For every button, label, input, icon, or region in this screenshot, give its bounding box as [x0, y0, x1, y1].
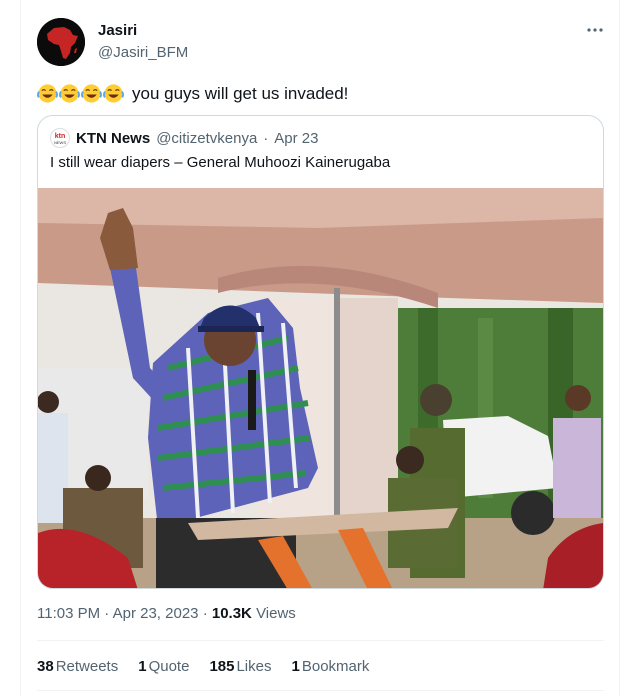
svg-text:NEWS: NEWS	[54, 140, 66, 145]
likes-label: Likes	[236, 658, 272, 675]
quoted-tweet[interactable]: ktn NEWS KTN News @citizetvkenya · Apr 2…	[37, 115, 604, 589]
quoted-author-name[interactable]: KTN News	[76, 130, 150, 147]
engagement-stats: 38 Retweets 1 Quote 185 Likes 1 Bookmark	[37, 658, 369, 675]
quoted-date[interactable]: Apr 23	[274, 130, 318, 147]
quoted-header: ktn NEWS KTN News @citizetvkenya · Apr 2…	[50, 128, 319, 148]
africa-map-icon	[37, 18, 85, 66]
author-handle[interactable]: @Jasiri_BFM	[98, 44, 188, 61]
meta-separator-2: ·	[202, 605, 208, 622]
face-with-tears-of-joy-icon	[59, 84, 80, 103]
quoted-author-handle[interactable]: @citizetvkenya	[156, 130, 257, 147]
retweets-count: 38	[37, 658, 54, 675]
tweet-date[interactable]: Apr 23, 2023	[113, 605, 199, 622]
avatar[interactable]	[37, 18, 85, 66]
bookmarks-count: 1	[291, 658, 300, 675]
retweets-label: Retweets	[55, 658, 119, 675]
bookmarks-label: Bookmark	[301, 658, 370, 675]
face-with-tears-of-joy-icon	[81, 84, 102, 103]
face-with-tears-of-joy-icon	[103, 84, 124, 103]
bookmarks-stat[interactable]: 1 Bookmark	[292, 658, 370, 675]
likes-stat[interactable]: 185 Likes	[209, 658, 271, 675]
tweet-time[interactable]: 11:03 PM	[37, 605, 100, 622]
author-name[interactable]: Jasiri	[98, 22, 137, 39]
views-label: Views	[256, 605, 296, 622]
emoji-group	[37, 83, 124, 104]
more-options-icon[interactable]	[585, 20, 605, 45]
tweet-meta: 11:03 PM · Apr 23, 2023 · 10.3K Views	[37, 605, 296, 622]
tweet-body: you guys will get us invaded!	[132, 83, 349, 103]
tweet-text: you guys will get us invaded!	[37, 83, 348, 104]
views-count: 10.3K	[211, 605, 252, 622]
ktn-news-logo: ktn NEWS	[50, 128, 70, 148]
divider	[37, 690, 604, 691]
quoted-photo[interactable]	[38, 188, 603, 589]
svg-text:ktn: ktn	[55, 133, 66, 140]
likes-count: 185	[209, 658, 235, 675]
quotes-label: Quote	[148, 658, 190, 675]
divider	[37, 640, 604, 641]
quotes-stat[interactable]: 1 Quote	[138, 658, 189, 675]
meta-separator-1: ·	[104, 605, 110, 622]
quoted-text: I still wear diapers – General Muhoozi K…	[50, 154, 391, 171]
quoted-separator: ·	[263, 129, 269, 147]
tweet-card: Jasiri @Jasiri_BFM you guys will get us …	[20, 0, 620, 696]
quotes-count: 1	[138, 658, 147, 675]
retweets-stat[interactable]: 38 Retweets	[37, 658, 118, 675]
face-with-tears-of-joy-icon	[37, 84, 58, 103]
